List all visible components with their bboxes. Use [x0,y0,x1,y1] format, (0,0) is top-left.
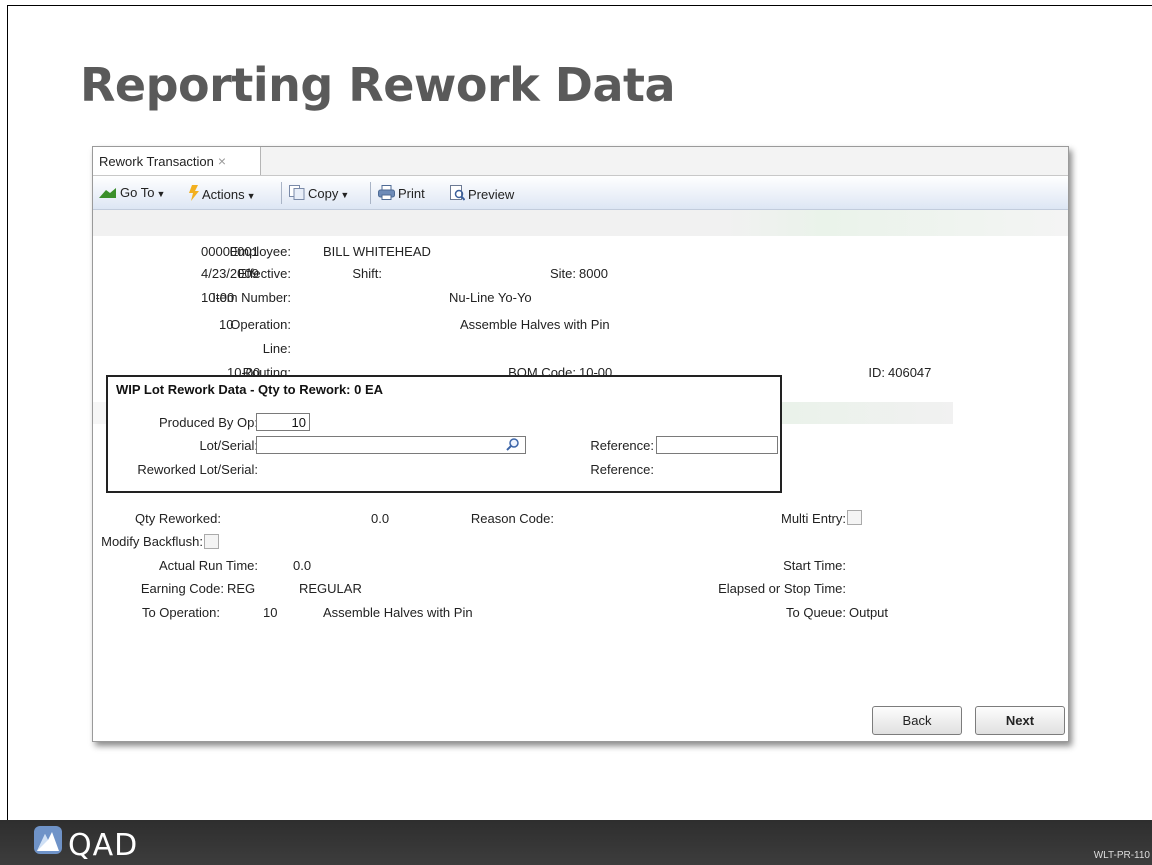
actions-label: Actions [202,187,245,202]
item-number-value: 10-00 [201,290,235,305]
start-time-label: Start Time: [783,558,846,573]
copy-icon [289,185,305,203]
operation-value: 10 [219,317,234,332]
modify-backflush-checkbox[interactable] [204,534,219,549]
lot-serial-label: Lot/Serial: [199,438,258,453]
produced-by-op-input[interactable] [256,413,310,431]
chevron-down-icon: ▼ [246,191,256,201]
header-band [93,210,1068,236]
preview-label: Preview [468,187,515,202]
actions-button[interactable]: Actions ▼ [189,185,256,204]
popup-title: WIP Lot Rework Data - Qty to Rework: 0 E… [116,382,384,397]
site-value: 8000 [579,266,608,281]
printer-icon [378,185,395,203]
effective-value: 4/23/2009 [201,266,259,281]
search-icon[interactable] [506,437,520,456]
goto-label: Go To [120,185,155,200]
to-queue-label: To Queue: [786,605,846,620]
lot-serial-input[interactable] [256,436,526,454]
line-label: Line: [262,341,291,356]
employee-value: 00000001 [201,244,259,259]
qad-logo-icon [34,826,62,859]
reference-input[interactable] [656,436,778,454]
actual-run-time-label: Actual Run Time: [159,558,258,573]
tab-label: Rework Transaction [99,154,214,169]
elapsed-stop-time-label: Elapsed or Stop Time: [718,581,846,596]
qty-reworked-label: Qty Reworked: [135,511,221,526]
print-label: Print [398,186,425,201]
to-operation-description: Assemble Halves with Pin [323,605,473,620]
rework-transaction-window: Rework Transaction × Go To ▼ Actions ▼ Copy… [92,146,1069,742]
id-value: 406047 [888,365,932,380]
slide-code: WLT-PR-110 [1093,850,1150,861]
site-label: Site: [549,266,576,281]
preview-button[interactable]: Preview [450,185,514,204]
toolbar-separator [370,182,371,204]
toolbar: Go To ▼ Actions ▼ Copy ▼ Print Preview [93,176,1068,210]
footer-bar [0,820,1152,865]
multi-entry-label: Multi Entry: [780,511,846,526]
to-operation-label: To Operation: [141,605,220,620]
copy-label: Copy [308,186,339,201]
reworked-lot-serial-label: Reworked Lot/Serial: [137,462,258,477]
slide-title: Reporting Rework Data [80,58,676,112]
tab-bar: Rework Transaction × [93,147,1068,176]
chevron-down-icon: ▼ [340,190,350,200]
back-button[interactable]: Back [872,706,962,735]
goto-arrow-icon [99,187,117,202]
multi-entry-checkbox[interactable] [847,510,862,525]
earning-code-value: REG [227,581,256,596]
lightning-icon [189,185,199,204]
next-button[interactable]: Next [975,706,1065,735]
qad-logo-text: QAD [68,828,139,863]
operation-label: Operation: [230,317,291,332]
chevron-down-icon: ▼ [156,189,166,199]
to-queue-value: Output [849,605,889,620]
id-label: ID: [868,365,885,380]
reason-code-label: Reason Code: [470,511,554,526]
produced-by-op-label: Produced By Op: [159,415,258,430]
operation-description: Assemble Halves with Pin [460,317,610,332]
goto-button[interactable]: Go To ▼ [99,185,165,202]
toolbar-separator [281,182,282,204]
to-operation-value: 10 [263,605,278,620]
reference2-label: Reference: [590,462,654,477]
actual-run-time-value: 0.0 [293,558,312,573]
tab-rework-transaction[interactable]: Rework Transaction × [93,147,261,175]
modify-backflush-label: Modify Backflush: [101,534,203,549]
employee-name: BILL WHITEHEAD [323,244,431,259]
copy-button[interactable]: Copy ▼ [289,185,349,203]
qty-reworked-value: 0.0 [371,511,390,526]
item-description: Nu-Line Yo-Yo [449,290,532,305]
print-button[interactable]: Print [378,185,425,203]
wip-lot-rework-popup: WIP Lot Rework Data - Qty to Rework: 0 E… [106,375,782,493]
earning-code-label: Earning Code: [140,581,224,596]
shift-label: Shift: [352,266,382,281]
preview-icon [450,185,466,204]
reference-label: Reference: [590,438,654,453]
close-icon[interactable]: × [218,153,226,169]
earning-code-description: REGULAR [299,581,362,596]
